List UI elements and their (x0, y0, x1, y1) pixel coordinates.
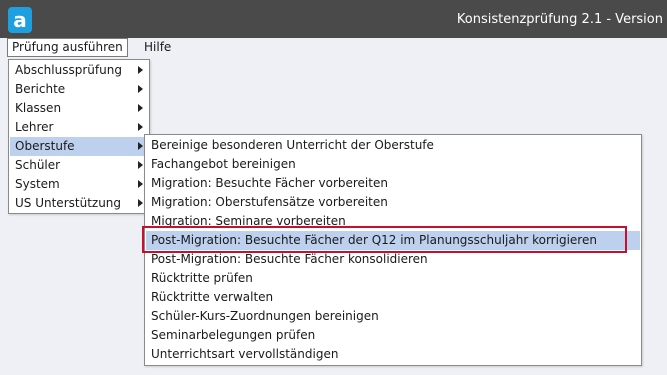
submenu-arrow-icon (138, 66, 143, 74)
menu-item-schueler[interactable]: Schüler (10, 156, 148, 175)
submenu-item-post-migration-q12[interactable]: Post-Migration: Besuchte Fächer der Q12 … (146, 231, 640, 250)
submenu-arrow-icon (138, 161, 143, 169)
submenu-arrow-icon (138, 199, 143, 207)
submenu-item[interactable]: Rücktritte prüfen (146, 269, 640, 288)
menu-item-klassen[interactable]: Klassen (10, 99, 148, 118)
submenu-item[interactable]: Migration: Seminare vorbereiten (146, 212, 640, 231)
submenu-arrow-icon (138, 123, 143, 131)
menu-item-oberstufe[interactable]: Oberstufe (10, 137, 148, 156)
submenu-item[interactable]: Unterrichtsart vervollständigen (146, 345, 640, 364)
app-logo-icon: a (8, 7, 32, 33)
menu-hilfe[interactable]: Hilfe (140, 39, 175, 56)
menu-item-lehrer[interactable]: Lehrer (10, 118, 148, 137)
menu-pruefung-ausfuehren[interactable]: Prüfung ausführen (7, 38, 128, 57)
submenu-arrow-icon (138, 180, 143, 188)
menu-item-berichte[interactable]: Berichte (10, 80, 148, 99)
menu-item-system[interactable]: System (10, 175, 148, 194)
submenu-item[interactable]: Post-Migration: Besuchte Fächer konsolid… (146, 250, 640, 269)
dropdown-menu: Abschlussprüfung Berichte Klassen Lehrer… (8, 59, 150, 214)
submenu-item[interactable]: Migration: Oberstufensätze vorbereiten (146, 193, 640, 212)
menu-item-label: Schüler (15, 158, 61, 172)
menu-item-us-unterstuetzung[interactable]: US Unterstützung (10, 194, 148, 213)
submenu-arrow-icon (138, 85, 143, 93)
title-bar: a Konsistenzprüfung 2.1 - Version (0, 0, 667, 38)
submenu-item[interactable]: Schüler-Kurs-Zuordnungen bereinigen (146, 307, 640, 326)
menu-item-label: Lehrer (15, 120, 54, 134)
submenu-item[interactable]: Bereinige besonderen Unterricht der Ober… (146, 136, 640, 155)
menu-item-abschlusspruefung[interactable]: Abschlussprüfung (10, 61, 148, 80)
submenu-item[interactable]: Seminarbelegungen prüfen (146, 326, 640, 345)
submenu-item[interactable]: Migration: Besuchte Fächer vorbereiten (146, 174, 640, 193)
submenu-item[interactable]: Fachangebot bereinigen (146, 155, 640, 174)
submenu-item[interactable]: Rücktritte verwalten (146, 288, 640, 307)
menu-bar: Prüfung ausführen Hilfe (0, 38, 667, 58)
menu-item-label: Berichte (15, 82, 66, 96)
menu-item-label: Klassen (15, 101, 62, 115)
submenu-arrow-icon (138, 104, 143, 112)
submenu-arrow-icon (138, 142, 143, 150)
menu-item-label: Abschlussprüfung (15, 63, 122, 77)
window-title: Konsistenzprüfung 2.1 - Version (456, 12, 663, 27)
menu-item-label: US Unterstützung (15, 196, 122, 210)
menu-item-label: Oberstufe (15, 139, 75, 153)
menu-item-label: System (15, 177, 60, 191)
oberstufe-submenu: Bereinige besonderen Unterricht der Ober… (144, 134, 642, 366)
